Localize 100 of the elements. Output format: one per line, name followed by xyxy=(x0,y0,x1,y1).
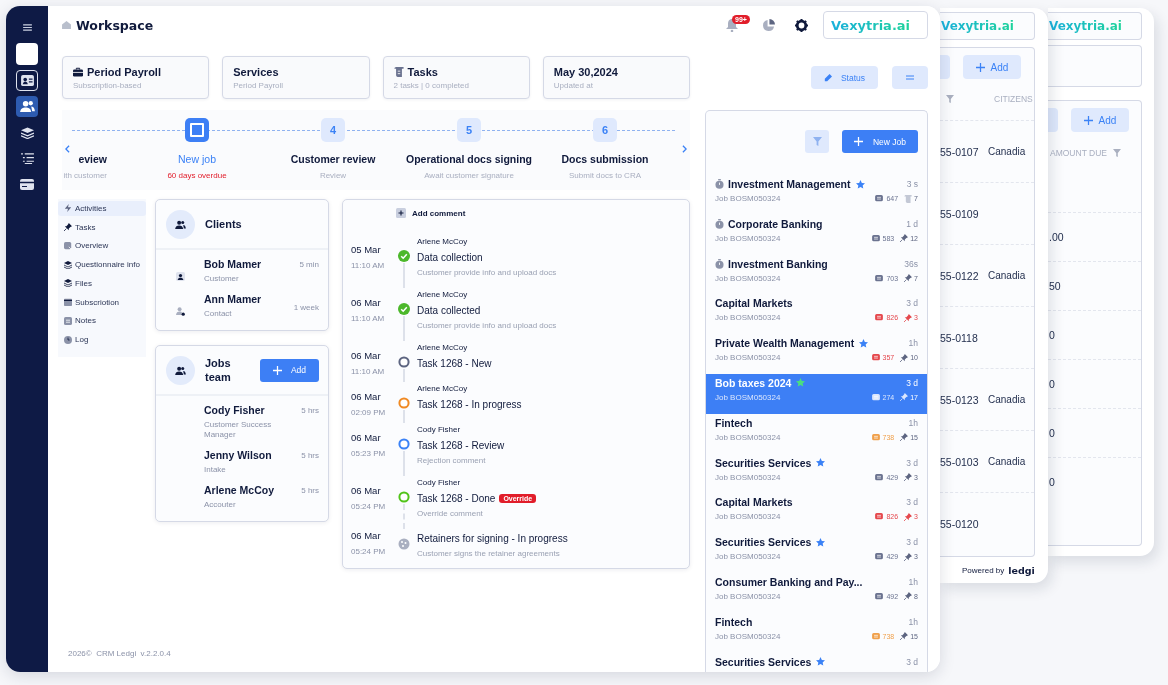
event-time: 11:10 AM xyxy=(351,314,386,323)
person-role: Contact xyxy=(204,309,233,319)
pie-chart-icon[interactable] xyxy=(762,18,775,32)
status-ring-icon xyxy=(398,356,410,368)
chevron-left-icon[interactable] xyxy=(63,144,71,154)
job-title: Investment Banking xyxy=(728,257,828,270)
menu-item[interactable]: Notes xyxy=(58,313,146,329)
event-note: Rejection comment xyxy=(417,456,487,465)
job-number: Job BOSM050324 xyxy=(715,432,781,442)
event-time: 11:10 AM xyxy=(351,261,386,270)
table-cell-text: 55-0123 xyxy=(940,393,980,406)
check-circle-icon xyxy=(398,303,410,315)
event-date: 06 Mar xyxy=(351,432,382,443)
menu-item[interactable]: Overview xyxy=(58,238,146,254)
stack-icon xyxy=(64,279,72,288)
event-author: Arlene McCoy xyxy=(417,289,469,301)
table-cell: 0 xyxy=(1049,476,1055,488)
time-label: 3 d xyxy=(906,298,918,309)
plus-icon xyxy=(975,62,985,72)
column-header: CITIZENS xyxy=(994,94,1033,104)
pencil-icon xyxy=(823,73,832,82)
lightning-icon xyxy=(64,204,72,213)
event-date: 06 Mar xyxy=(351,530,382,541)
event-author: Arlene McCoy xyxy=(417,342,469,354)
logo-text: Vexytria.ai xyxy=(831,17,911,33)
event-time: 11:10 AM xyxy=(351,367,386,376)
table-cell: 0 xyxy=(1049,427,1055,439)
time-label: 3 s xyxy=(906,179,918,189)
event-author: Cody Fisher xyxy=(417,424,462,436)
job-title: Capital Markets xyxy=(715,496,793,509)
person-role: Accouter xyxy=(204,500,237,510)
card-title: May 30,2024 xyxy=(553,66,618,78)
step-caption: 60 days overdue xyxy=(167,171,227,180)
person-name: Arlene McCoy xyxy=(204,484,276,496)
new-job-button[interactable]: New Job xyxy=(842,130,918,153)
event-author: Arlene McCoy xyxy=(417,236,469,248)
clock-icon xyxy=(64,335,72,344)
add-button[interactable]: Add xyxy=(260,358,319,382)
sidebar-button[interactable] xyxy=(16,70,38,91)
user-settings-icon xyxy=(175,307,185,316)
pending-icon xyxy=(398,538,410,550)
table-cell: .00 xyxy=(1049,231,1064,243)
event-title: Task 1268 - Review xyxy=(417,439,505,451)
brand-logo: ledgi xyxy=(1008,565,1035,576)
menu-item[interactable]: Log xyxy=(58,332,146,347)
menu-item[interactable]: Activities xyxy=(58,201,146,216)
people-icon xyxy=(166,355,195,385)
time-label: 1h xyxy=(908,417,918,428)
step-label: New job xyxy=(178,153,216,165)
event-author: Arlene McCoy xyxy=(417,383,469,395)
time-label: 3 d xyxy=(906,378,918,388)
table-cell-text: 55-0107 xyxy=(940,145,980,158)
event-date: 06 Mar xyxy=(351,391,382,402)
job-title: Securities Services xyxy=(715,456,812,469)
menu-item[interactable]: Files xyxy=(58,276,146,291)
card-title: Jobs team xyxy=(205,356,232,384)
layers-icon xyxy=(20,126,34,139)
step-icon[interactable] xyxy=(185,118,209,142)
job-number: Job BOSM050324 xyxy=(715,472,781,482)
event-date: 06 Mar xyxy=(351,350,382,361)
step-label: Operational docs signing xyxy=(406,153,532,165)
job-title: Fintech xyxy=(715,615,753,628)
table-cell: 0 xyxy=(1049,329,1055,341)
event-date: 06 Mar xyxy=(351,297,382,308)
chevron-right-icon[interactable] xyxy=(680,144,688,154)
card-title: Services xyxy=(233,66,279,78)
scroll-icon xyxy=(393,67,404,77)
logo-text: Vexytria.ai xyxy=(941,19,1014,33)
menu-item[interactable]: Questionnaire info xyxy=(58,257,146,272)
person-role: Intake xyxy=(204,465,227,475)
time-label: 1 week xyxy=(293,302,319,314)
status-ring-icon xyxy=(398,438,410,450)
id-badge-icon xyxy=(175,272,185,281)
job-title: Corporate Banking xyxy=(728,217,823,230)
person-role: Customer xyxy=(204,274,240,284)
card-title: Tasks xyxy=(407,66,438,78)
settings-icon[interactable] xyxy=(795,18,808,32)
note-icon xyxy=(64,316,72,325)
event-date: 06 Mar xyxy=(351,485,382,496)
step-caption: Submit docs to CRA xyxy=(569,171,641,180)
time-label: 5 hrs xyxy=(301,485,319,497)
powered-by-text: Powered by xyxy=(962,566,1005,575)
job-number: Job BOSM050324 xyxy=(715,512,781,522)
job-item[interactable]: Securities Services 3 d xyxy=(706,652,927,672)
page-title: Workspace xyxy=(76,17,154,33)
credit-card-icon xyxy=(20,179,34,190)
add-comment-button[interactable]: Add comment xyxy=(396,206,466,220)
menu-icon xyxy=(906,75,914,80)
plus-icon xyxy=(1083,115,1093,125)
menu-item[interactable]: Tasks xyxy=(58,219,146,235)
sidebar-button[interactable] xyxy=(16,96,38,117)
event-title: Data collection xyxy=(417,251,483,263)
job-number: Job BOSM050324 xyxy=(715,631,781,641)
menu-item[interactable]: Subscriotion xyxy=(58,294,146,310)
plus-icon xyxy=(853,137,863,146)
status-ring-icon xyxy=(398,397,410,409)
table-cell: 0 xyxy=(1049,378,1055,390)
table-cell-text: 55-0118 xyxy=(940,331,979,344)
job-title: Private Wealth Management xyxy=(715,337,855,350)
pin-icon xyxy=(64,223,72,232)
